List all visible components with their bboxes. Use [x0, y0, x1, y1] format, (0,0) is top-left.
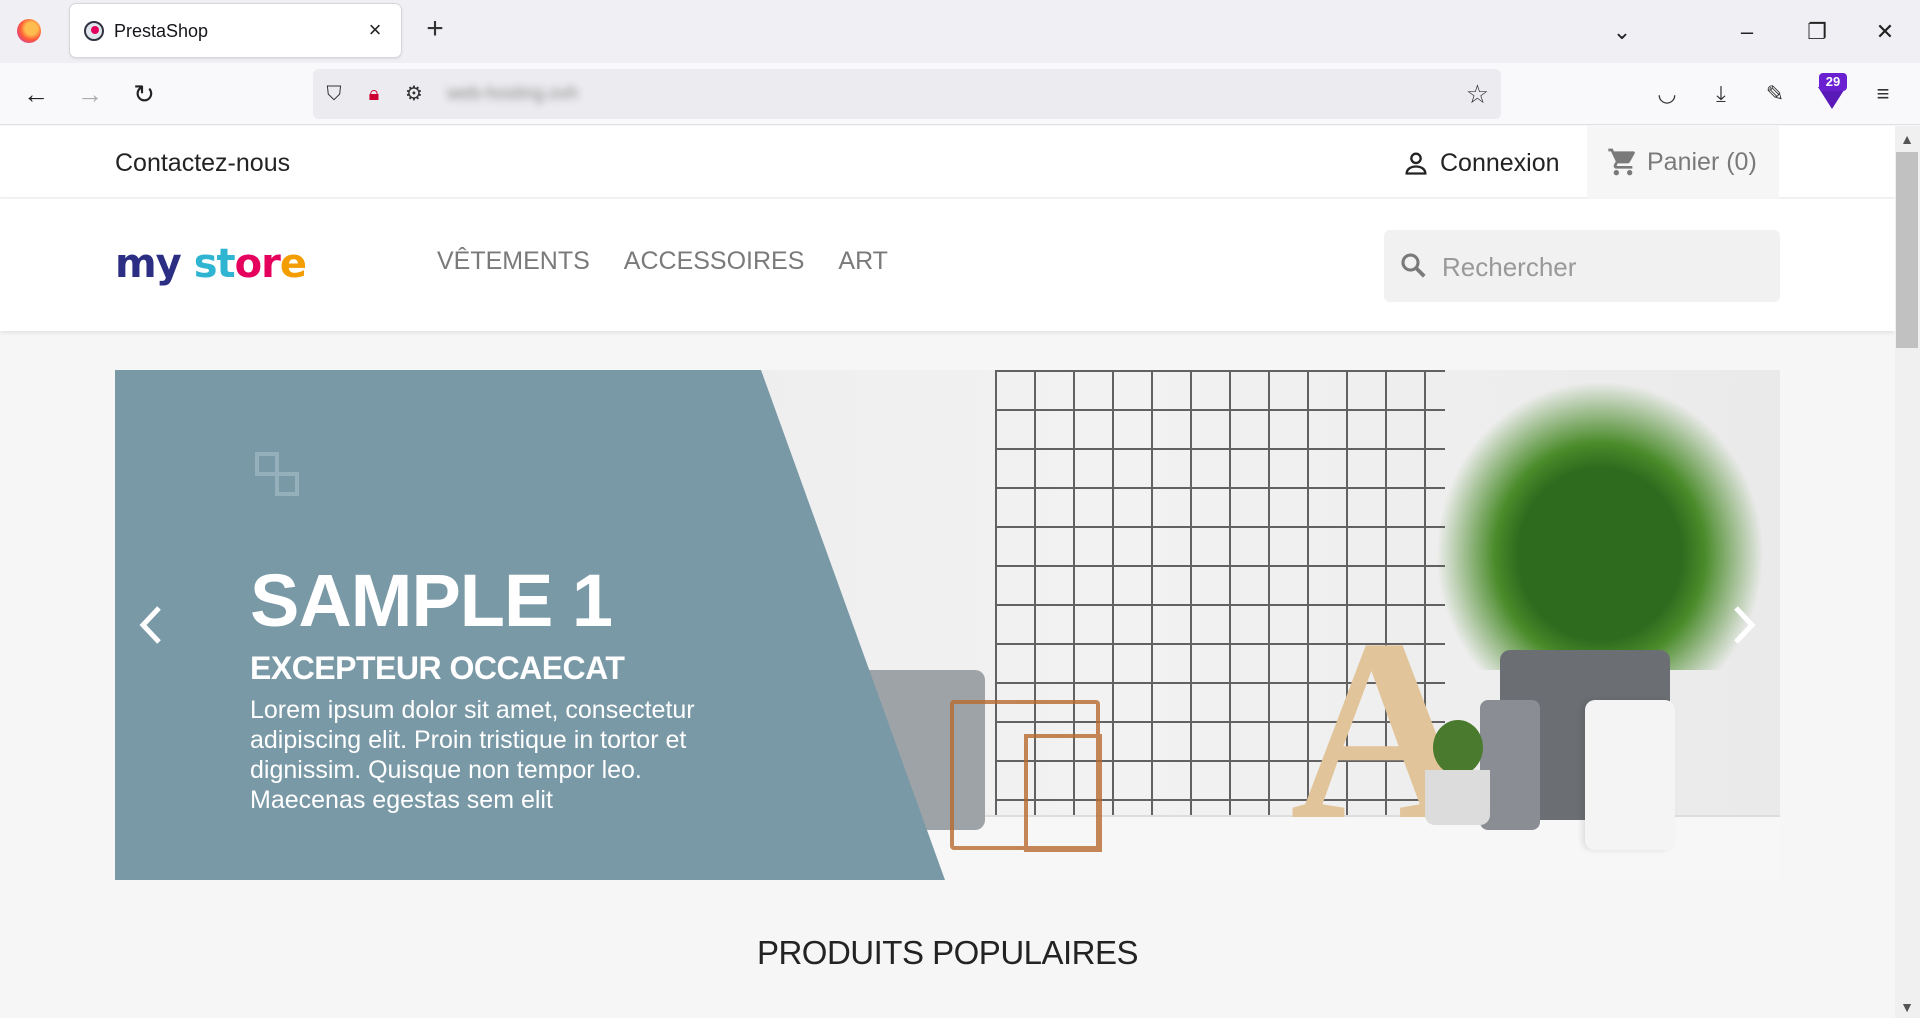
logo-part-e: e [279, 241, 307, 287]
cart-label: Panier (0) [1647, 148, 1757, 176]
logo-part-or: or [234, 241, 281, 287]
search-input[interactable] [1442, 248, 1762, 286]
slider-next-arrow-icon[interactable] [1724, 600, 1764, 650]
address-bar[interactable]: ⛉ 🔒︎ ⚙ web-hosting.ovh ☆ [313, 69, 1501, 119]
web-page: Contactez-nous Connexion Panier (0) my s… [0, 126, 1895, 1018]
restore-button[interactable]: ❐ [1799, 14, 1835, 50]
prestashop-favicon-icon [84, 21, 104, 41]
popular-products-heading: PRODUITS POPULAIRES [756, 934, 1139, 971]
extension-icon[interactable]: ✎ [1758, 77, 1792, 111]
insecure-lock-icon[interactable]: 🔒︎ [361, 81, 387, 107]
slider-prev-arrow-icon[interactable] [131, 600, 171, 650]
new-tab-button[interactable]: + [420, 14, 450, 45]
copper-lantern-decor [950, 700, 1102, 852]
menu-hamburger-icon[interactable]: ≡ [1866, 77, 1900, 111]
menu-item-accessoires[interactable]: ACCESSOIRES [624, 247, 805, 276]
browser-nav-bar: ← → ↻ ⛉ 🔒︎ ⚙ web-hosting.ovh ☆ ◡ ⤓ ✎ 29 … [0, 63, 1920, 125]
forward-button[interactable]: → [73, 77, 107, 111]
plant-leaves-decor [1435, 380, 1765, 670]
close-tab-icon[interactable]: × [363, 18, 387, 42]
menu-item-art[interactable]: ART [838, 247, 888, 276]
contact-link[interactable]: Contactez-nous [115, 149, 290, 178]
logo-part-st: st [193, 241, 236, 287]
back-button[interactable]: ← [19, 77, 53, 111]
store-logo[interactable]: my store [115, 241, 307, 287]
user-icon[interactable] [1402, 149, 1430, 177]
login-link[interactable]: Connexion [1440, 149, 1560, 178]
bookmark-star-icon[interactable]: ☆ [1466, 80, 1489, 108]
shield-icon[interactable]: ⛉ [321, 81, 347, 107]
scroll-up-arrow-icon[interactable]: ▲ [1899, 132, 1915, 146]
scroll-thumb[interactable] [1896, 152, 1918, 348]
firefox-icon[interactable] [17, 19, 41, 43]
white-candle-decor [1585, 700, 1675, 850]
squares-icon [255, 452, 299, 496]
search-icon[interactable] [1398, 250, 1428, 280]
menu-item-vetements[interactable]: VÊTEMENTS [437, 247, 590, 276]
extension-badge: 29 [1819, 73, 1847, 91]
logo-word-my: my [115, 241, 182, 287]
slide-description: Lorem ipsum dolor sit amet, consectetur … [250, 696, 695, 814]
close-window-button[interactable]: ✕ [1867, 14, 1903, 50]
shop-header: my store VÊTEMENTS ACCESSOIRES ART [0, 199, 1895, 331]
reload-button[interactable]: ↻ [127, 77, 161, 111]
shop-top-bar: Contactez-nous Connexion Panier (0) [0, 126, 1895, 198]
search-box [1384, 230, 1780, 302]
url-text[interactable]: web-hosting.ovh [447, 83, 578, 104]
scroll-down-arrow-icon[interactable]: ▼ [1899, 1000, 1915, 1014]
tab-title: PrestaShop [114, 21, 209, 41]
homepage-slider: A SAMPLE 1 EXCEPTEUR OCCAECAT Lorem ipsu… [115, 370, 1780, 880]
main-menu: VÊTEMENTS ACCESSOIRES ART [437, 247, 888, 276]
cart-button[interactable]: Panier (0) [1587, 126, 1779, 198]
slide-subtitle: EXCEPTEUR OCCAECAT [250, 650, 625, 686]
slide-title: SAMPLE 1 [250, 559, 613, 642]
browser-tab-bar: PrestaShop × + ⌄ – ❐ ✕ [0, 0, 1920, 63]
permissions-icon[interactable]: ⚙ [401, 81, 427, 107]
cactus-pot-decor [1425, 770, 1490, 825]
chevron-down-icon[interactable]: ⌄ [1604, 14, 1640, 50]
download-icon[interactable]: ⤓ [1704, 77, 1738, 111]
shopping-cart-icon [1608, 148, 1635, 176]
cactus-decor [1433, 720, 1483, 775]
browser-tab[interactable]: PrestaShop × [70, 4, 401, 57]
pocket-icon[interactable]: ◡ [1650, 77, 1684, 111]
minimize-button[interactable]: – [1729, 14, 1765, 50]
page-scrollbar[interactable]: ▲ ▼ [1895, 126, 1920, 1018]
